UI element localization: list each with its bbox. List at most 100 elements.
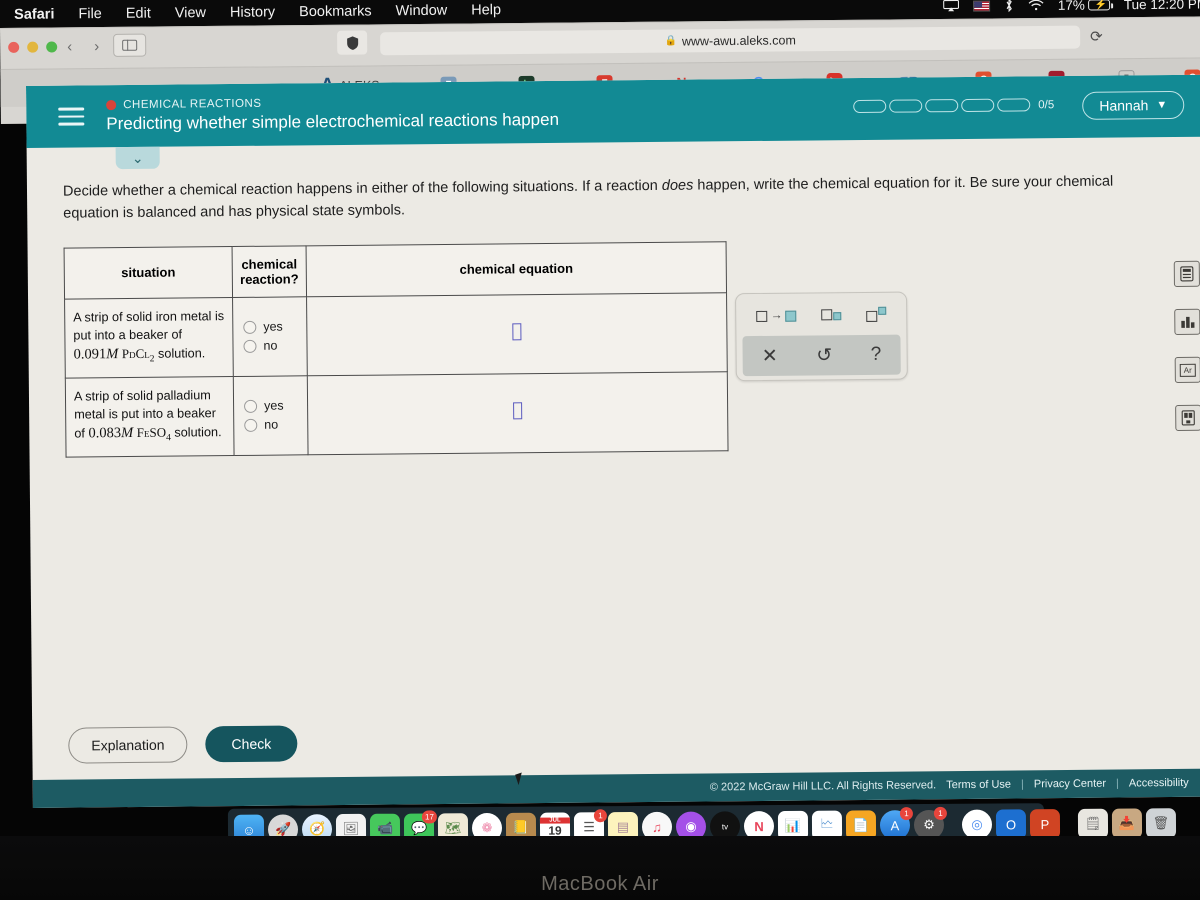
privacy-center-link[interactable]: Privacy Center [1034,778,1106,791]
topic-label: CHEMICAL REACTIONS [123,97,262,111]
situation-cell-2: A strip of solid palladium metal is put … [65,376,235,457]
sidebar-toggle-button[interactable] [113,33,147,57]
address-bar[interactable]: 🔒 www-awu.aleks.com [380,25,1081,56]
reaction-arrow-icon[interactable]: → [756,308,797,322]
menu-item-history[interactable]: History [230,4,275,20]
radio-button-icon[interactable] [243,339,257,353]
minimize-window-button[interactable] [27,41,39,53]
menu-item-file[interactable]: File [78,6,102,22]
question-content: Decide whether a chemical reaction happe… [27,137,1200,458]
radio-button-icon[interactable] [243,320,257,334]
radio-label-yes-2: yes [264,398,284,413]
concentration-value-1: 0.091 [73,346,107,363]
nav-buttons: ‹ › [56,34,110,59]
us-flag-icon[interactable] [972,0,990,12]
calculator-icon[interactable] [1173,260,1200,287]
privacy-report-button[interactable] [337,30,368,55]
topic-dot-icon [106,99,117,110]
wifi-icon[interactable] [1028,0,1044,11]
dock-item-document-stack[interactable]: 🗒 [1077,808,1109,839]
window-traffic-lights [8,41,58,53]
airplay-icon[interactable] [942,0,959,12]
situation-cell-1: A strip of solid iron metal is put into … [64,297,234,378]
math-palette-bottom-row: ✕ ↺ ? [742,334,901,377]
compound-formula-1: PdCl [121,346,150,362]
bar-chart-icon[interactable] [1174,308,1200,335]
radio-button-icon[interactable] [244,418,258,432]
radio-option-yes-2[interactable]: yes [244,399,303,414]
menu-item-edit[interactable]: Edit [126,6,151,22]
undo-icon[interactable]: ↺ [816,344,832,367]
menu-item-view[interactable]: View [175,5,206,21]
action-bar: Explanation Check [68,725,298,764]
progress-indicator: 0/5 [853,98,1054,114]
situation-tail-2: solution. [170,425,222,441]
subscript-icon[interactable] [821,308,842,320]
menu-item-bookmarks[interactable]: Bookmarks [299,3,372,20]
radio-option-no-2[interactable]: no [244,418,303,433]
progress-segment [925,99,959,113]
reload-icon[interactable]: ⟳ [1090,27,1103,45]
concentration-value-2: 0.083 [88,425,122,442]
concentration-1: 0.091M [74,346,119,362]
superscript-icon[interactable] [865,306,886,322]
equation-input-2[interactable] [513,402,523,420]
progress-bar [853,98,1031,114]
compound-1: PdCl2 [121,346,155,365]
hamburger-menu-icon[interactable] [58,107,85,126]
equation-cell-1[interactable] [306,292,728,376]
periodic-table-icon[interactable]: Ar [1174,356,1200,383]
privacy-shield-icon [346,35,358,50]
macbook-air-label: MacBook Air [541,873,659,895]
molar-symbol-2: M [120,425,134,442]
copyright-text: © 2022 McGraw Hill LLC. All Rights Reser… [709,779,937,794]
lock-icon: 🔒 [664,35,677,47]
dock-item-downloads[interactable]: 📥 [1111,808,1143,839]
dock-item-outlook[interactable]: O [995,809,1027,840]
menu-item-window[interactable]: Window [396,3,448,19]
aleks-page: CHEMICAL REACTIONS Predicting whether si… [26,74,1200,808]
menu-item-help[interactable]: Help [471,2,501,18]
dock-item-trash[interactable]: 🗑 [1145,808,1177,839]
progress-segment [997,98,1031,112]
badge-count: 1 [593,809,607,823]
check-button[interactable]: Check [205,725,298,763]
user-menu-button[interactable]: Hannah ▼ [1082,90,1185,120]
accessibility-link[interactable]: Accessibility [1129,777,1189,790]
footer-separator: | [1115,777,1119,790]
close-window-button[interactable] [8,41,20,53]
aleks-header: CHEMICAL REACTIONS Predicting whether si… [26,74,1200,148]
prompt-part-1: Decide whether a chemical reaction happe… [62,177,662,200]
forward-button[interactable]: › [83,34,110,58]
back-button[interactable]: ‹ [56,34,83,58]
radio-button-icon[interactable] [244,399,258,413]
terms-of-use-link[interactable]: Terms of Use [946,779,1011,792]
battery-charging-icon: ⚡ [1087,0,1110,11]
menu-bar-clock[interactable]: Tue 12:20 PM [1124,0,1200,12]
dock-item-powerpoint[interactable]: P [1029,809,1061,840]
reaction-choice-cell-2: yes no [233,375,309,456]
question-prompt: Decide whether a chemical reaction happe… [63,171,1123,225]
screenshot-root: Safari File Edit View History Bookmarks … [0,0,1200,900]
radio-option-yes-1[interactable]: yes [243,319,302,334]
topic-eyebrow: CHEMICAL REACTIONS [106,94,559,111]
chevron-down-icon: ▼ [1156,99,1168,112]
bluetooth-icon[interactable] [1004,0,1014,13]
clear-icon[interactable]: ✕ [762,344,778,367]
battery-status[interactable]: 17% ⚡ [1058,0,1110,12]
compound-2: FeSO4 [137,425,171,444]
badge-count: 17 [421,810,437,824]
progress-segment [961,98,995,113]
page-title: Predicting whether simple electrochemica… [106,109,560,133]
situation-text-1: A strip of solid iron metal is put into … [73,308,225,343]
help-icon[interactable]: ? [871,344,882,366]
radio-option-no-1[interactable]: no [243,338,302,353]
battery-percent-label: 17% [1057,0,1085,13]
footer-separator: | [1020,778,1024,791]
explanation-button[interactable]: Explanation [68,726,188,764]
menu-item-safari[interactable]: Safari [14,6,54,22]
reference-tool-icon[interactable] [1175,404,1200,431]
radio-label-yes-1: yes [263,319,283,334]
equation-cell-2[interactable] [307,371,729,455]
equation-input-1[interactable] [512,322,522,340]
